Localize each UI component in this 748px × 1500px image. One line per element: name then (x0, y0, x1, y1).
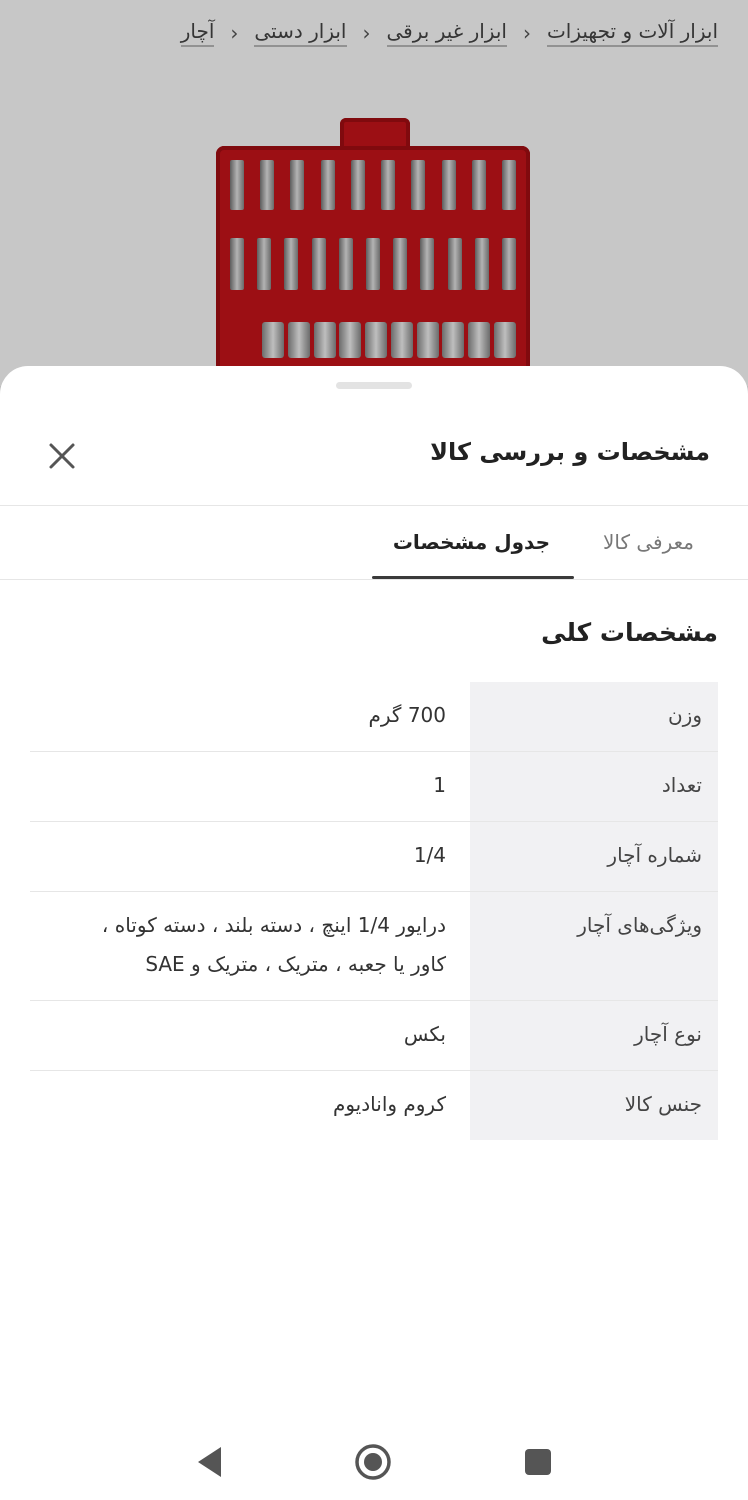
system-nav-bar (0, 1424, 748, 1500)
spec-row-weight: 700 گرم وزن (30, 682, 718, 752)
back-triangle-icon (198, 1447, 221, 1477)
spec-key: جنس کالا (470, 1071, 718, 1140)
spec-row-material: کروم وانادیوم جنس کالا (30, 1071, 718, 1140)
sheet-header: مشخصات و بررسی کالا (0, 422, 748, 492)
specs-bottom-sheet: مشخصات و بررسی کالا معرفی کالا جدول مشخص… (0, 366, 748, 1500)
tab-product-intro[interactable]: معرفی کالا (603, 530, 694, 554)
spec-value: درایور 1/4 اینچ ، دسته بلند ، دسته کوتاه… (101, 913, 446, 976)
spec-key: نوع آچار (470, 1001, 718, 1070)
home-button[interactable] (353, 1442, 393, 1482)
tab-specs-table[interactable]: جدول مشخصات (393, 530, 550, 554)
spec-row-wrench-size: 1/4 شماره آچار (30, 822, 718, 892)
tab-bar: معرفی کالا جدول مشخصات (0, 508, 748, 580)
spec-row-count: 1 تعداد (30, 752, 718, 822)
spec-value: 1 (433, 773, 446, 797)
home-circle-icon (355, 1444, 391, 1480)
spec-key: تعداد (470, 752, 718, 821)
section-title: مشخصات کلی (541, 618, 718, 647)
spec-row-wrench-type: بکس نوع آچار (30, 1001, 718, 1071)
sheet-title: مشخصات و بررسی کالا (430, 438, 710, 466)
tabs-divider (0, 579, 748, 580)
close-button[interactable] (40, 434, 84, 478)
spec-row-wrench-features: درایور 1/4 اینچ ، دسته بلند ، دسته کوتاه… (30, 892, 718, 1001)
spec-key: شماره آچار (470, 822, 718, 891)
close-icon (49, 443, 75, 469)
sheet-drag-handle[interactable] (336, 382, 412, 389)
spec-value: 1/4 (413, 843, 446, 867)
recents-button[interactable] (518, 1442, 558, 1482)
spec-key: ویژگی‌های آچار (470, 892, 718, 1000)
spec-value: کروم وانادیوم (332, 1092, 446, 1116)
spec-value: 700 گرم (368, 703, 446, 727)
back-button[interactable] (190, 1442, 230, 1482)
header-divider (0, 505, 748, 506)
spec-value: بکس (403, 1022, 446, 1046)
recents-square-icon (525, 1449, 551, 1475)
spec-table: 700 گرم وزن 1 تعداد 1/4 شماره آچار درایو… (30, 682, 718, 1140)
spec-key: وزن (470, 682, 718, 751)
